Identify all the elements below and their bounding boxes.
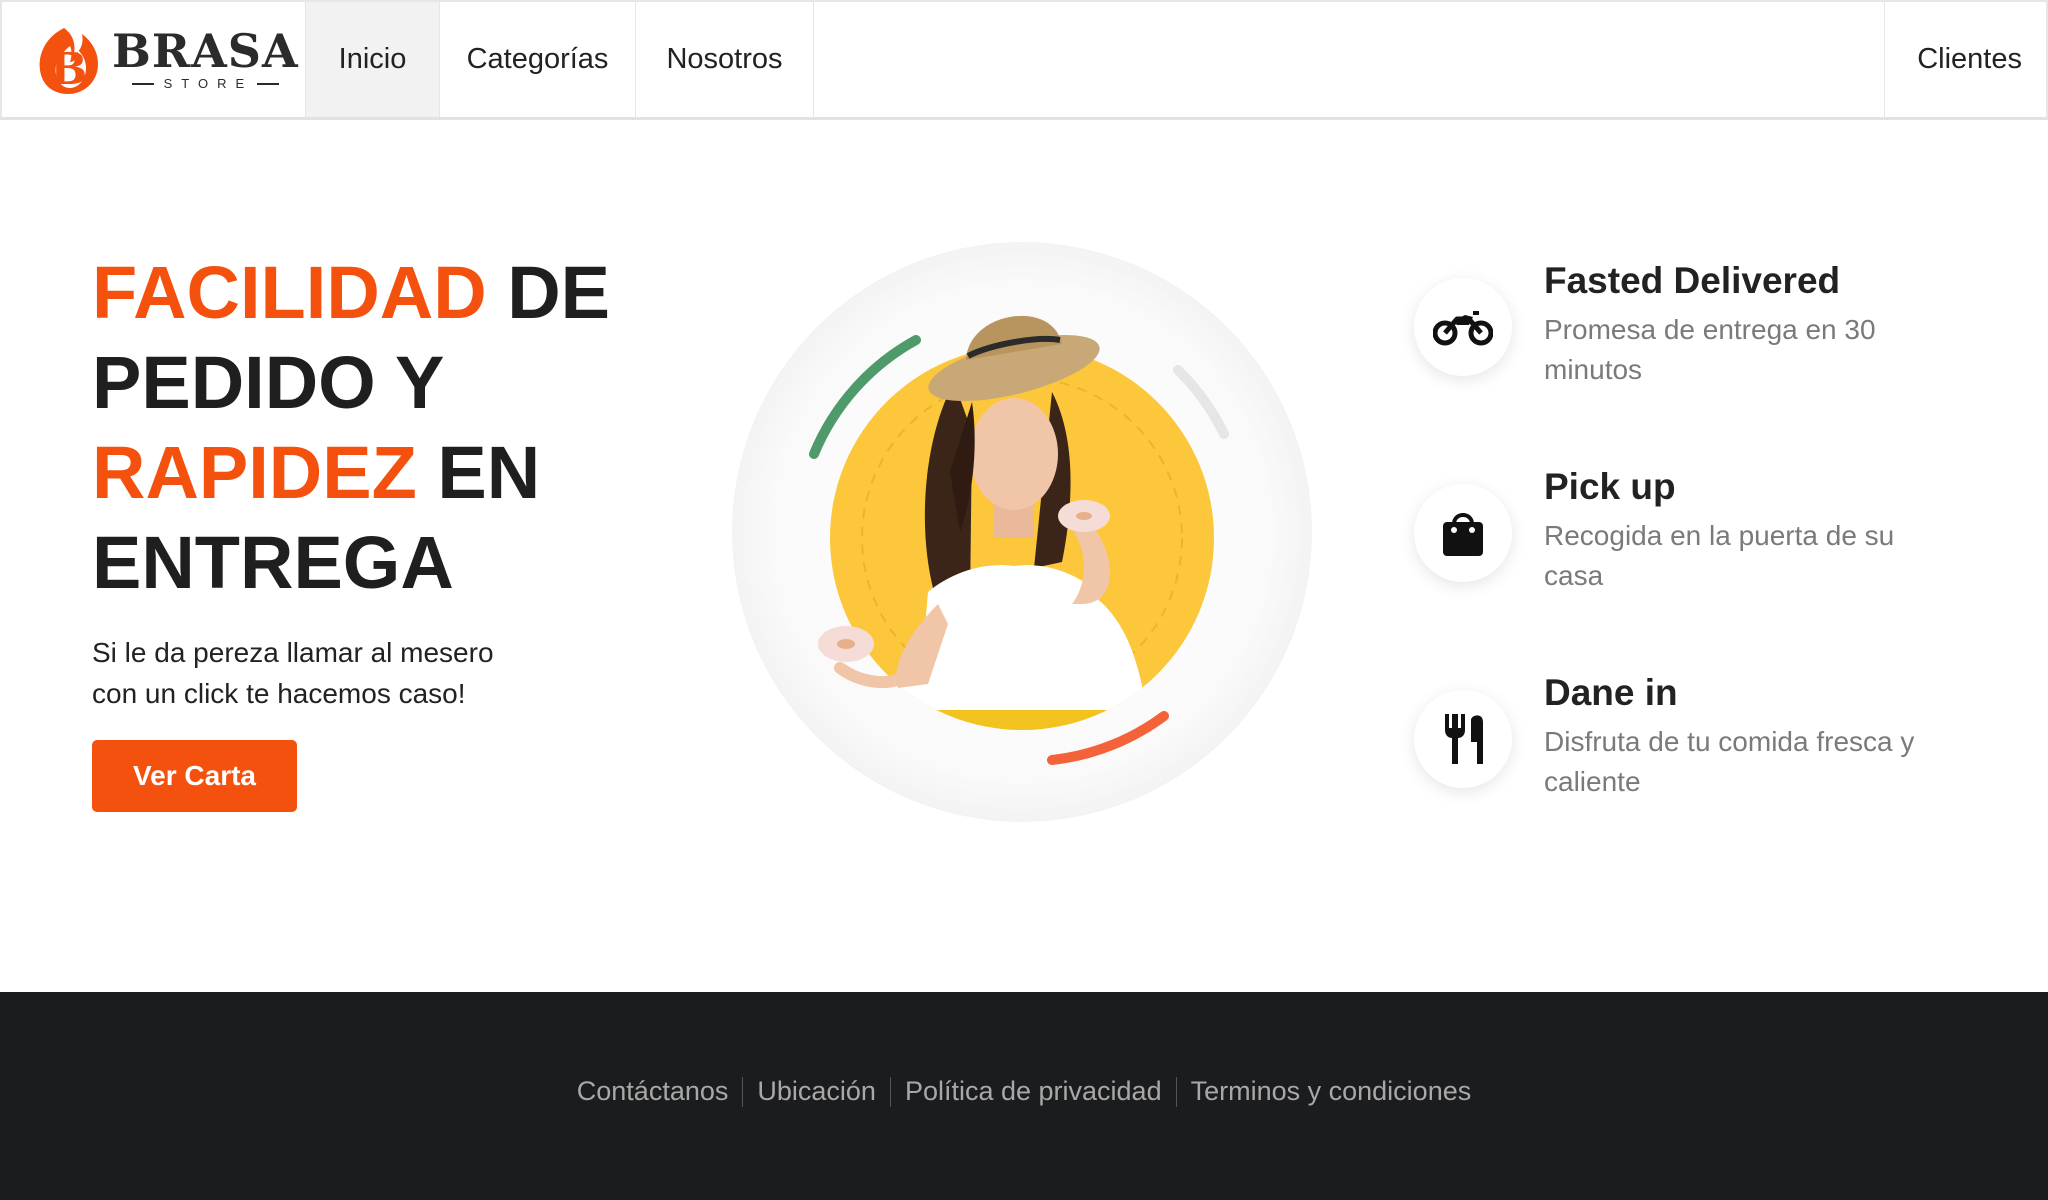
feature-description: Recogida en la puerta de su casa bbox=[1544, 520, 1895, 591]
feature-fasted-delivered: Fasted Delivered Promesa de entrega en 3… bbox=[1414, 260, 1974, 400]
nav-item-clientes[interactable]: Clientes bbox=[1884, 2, 2046, 117]
brand-logo[interactable]: B BRASA STORE bbox=[2, 2, 306, 117]
footer-link-privacidad[interactable]: Política de privacidad bbox=[891, 1076, 1176, 1107]
flame-logo-icon: B bbox=[39, 27, 98, 95]
motorcycle-icon bbox=[1433, 311, 1493, 346]
hero-title-accent-2: RAPIDEZ bbox=[92, 431, 417, 514]
utensils-icon bbox=[1445, 714, 1483, 764]
brand-name: BRASA bbox=[112, 24, 299, 78]
shopping-bag-icon bbox=[1443, 513, 1483, 556]
brand-subtitle: STORE bbox=[163, 76, 254, 91]
hero-subtitle: Si le da pereza llamar al mesero con un … bbox=[92, 637, 494, 709]
nav-item-inicio[interactable]: Inicio bbox=[306, 2, 440, 117]
feature-description: Disfruta de tu comida fresca y caliente bbox=[1544, 726, 1915, 797]
hero-title-accent-1: FACILIDAD bbox=[92, 251, 487, 334]
feature-pick-up: Pick up Recogida en la puerta de su casa bbox=[1414, 466, 1974, 606]
footer-link-terminos[interactable]: Terminos y condiciones bbox=[1177, 1076, 1486, 1107]
feature-title: Dane in bbox=[1544, 672, 1678, 713]
hero-woman-eating-donut-image bbox=[732, 242, 1312, 822]
nav-item-nosotros[interactable]: Nosotros bbox=[636, 2, 814, 117]
ver-carta-button[interactable]: Ver Carta bbox=[92, 740, 297, 812]
top-navbar: B BRASA STORE Inicio Categorías Nosotros… bbox=[0, 0, 2048, 120]
brand-mark-letter: B bbox=[50, 44, 87, 95]
feature-dane-in: Dane in Disfruta de tu comida fresca y c… bbox=[1414, 672, 1974, 812]
footer: Contáctanos Ubicación Política de privac… bbox=[0, 992, 2048, 1200]
footer-links: Contáctanos Ubicación Política de privac… bbox=[0, 1076, 2048, 1107]
nav-item-categorias[interactable]: Categorías bbox=[440, 2, 636, 117]
feature-title: Fasted Delivered bbox=[1544, 260, 1841, 301]
feature-title: Pick up bbox=[1544, 466, 1676, 507]
footer-link-contactanos[interactable]: Contáctanos bbox=[563, 1076, 743, 1107]
hero-title: FACILIDAD DE PEDIDO Y RAPIDEZ EN ENTREGA bbox=[92, 248, 612, 608]
feature-description: Promesa de entrega en 30 minutos bbox=[1544, 314, 1876, 385]
footer-link-ubicacion[interactable]: Ubicación bbox=[743, 1076, 890, 1107]
